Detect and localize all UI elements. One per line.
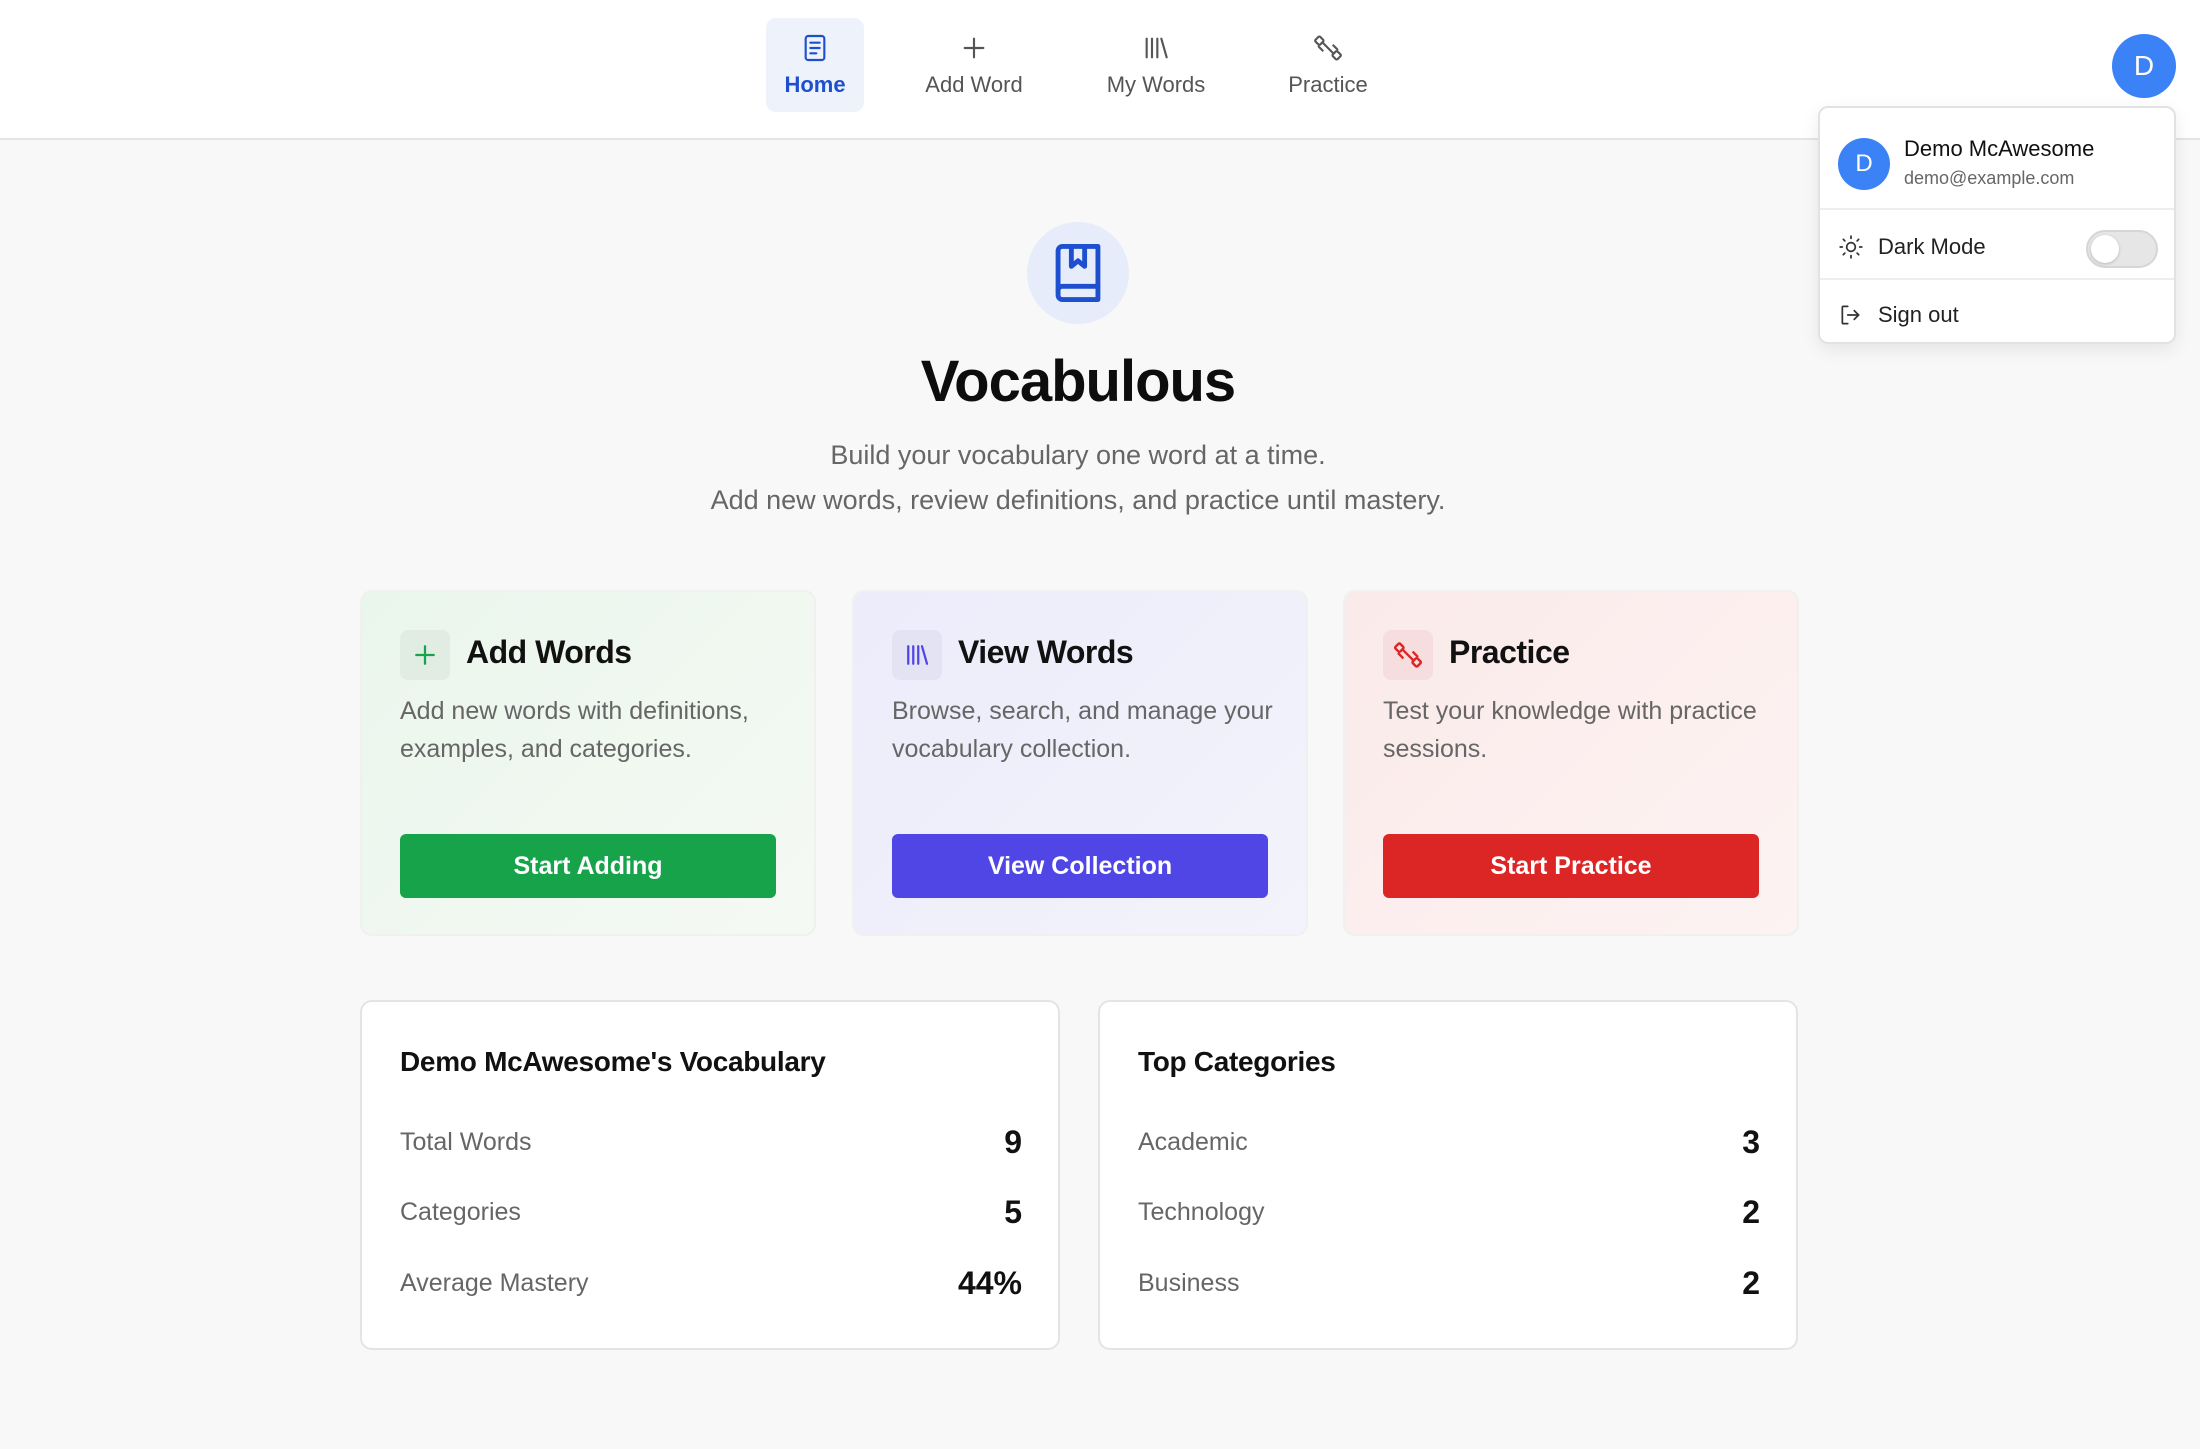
- nav-my-words[interactable]: My Words: [1092, 18, 1220, 112]
- dark-mode-toggle[interactable]: [2086, 230, 2158, 268]
- start-adding-button[interactable]: Start Adding: [400, 834, 776, 898]
- nav-practice[interactable]: Practice: [1270, 18, 1386, 112]
- category-label: Technology: [1138, 1198, 1265, 1226]
- dark-mode-row[interactable]: Dark Mode: [1838, 222, 2158, 272]
- stat-row-categories: Categories 5: [400, 1194, 1022, 1234]
- plus-icon: [415, 645, 435, 665]
- top-categories-title: Top Categories: [1138, 1046, 1336, 1077]
- add-words-card-icon: [400, 630, 450, 680]
- category-row-business: Business 2: [1138, 1265, 1760, 1305]
- nav-add-word-label: Add Word: [925, 72, 1023, 97]
- stat-value: 9: [1004, 1124, 1022, 1160]
- page-title: Vocabulous: [920, 349, 1236, 414]
- nav-my-words-label: My Words: [1106, 72, 1206, 97]
- dumbbell-icon: [1393, 642, 1423, 668]
- nav-practice-label: Practice: [1288, 72, 1368, 97]
- avatar: D: [1838, 138, 1890, 190]
- start-practice-button[interactable]: Start Practice: [1383, 834, 1759, 898]
- top-categories-panel: Top Categories Academic 3 Technology 2 B…: [1098, 1000, 1798, 1350]
- sign-out-label: Sign out: [1878, 302, 1959, 327]
- practice-card-title: Practice: [1449, 634, 1570, 670]
- dumbbell-icon: [1314, 35, 1342, 61]
- category-count: 3: [1742, 1124, 1760, 1160]
- sun-icon: [1839, 235, 1863, 259]
- category-label: Business: [1138, 1269, 1240, 1297]
- divider: [1820, 278, 2174, 280]
- stat-value: 5: [1004, 1194, 1022, 1230]
- user-name: Demo McAwesome: [1904, 136, 2095, 161]
- library-icon: [1145, 37, 1168, 59]
- category-count: 2: [1742, 1265, 1760, 1301]
- practice-card-icon: [1383, 630, 1433, 680]
- hero-subtitle-line-2: Add new words, review definitions, and p…: [710, 485, 1446, 515]
- view-words-card: View Words Browse, search, and manage yo…: [852, 590, 1308, 936]
- stat-row-total-words: Total Words 9: [400, 1124, 1022, 1164]
- add-words-card-description: Add new words with definitions, examples…: [400, 697, 749, 763]
- toggle-knob: [2091, 235, 2119, 263]
- dark-mode-label: Dark Mode: [1878, 234, 1986, 259]
- book-bookmark-icon: [1055, 243, 1101, 303]
- vocabulary-stats-title: Demo McAwesome's Vocabulary: [400, 1046, 826, 1077]
- view-collection-button[interactable]: View Collection: [892, 834, 1268, 898]
- user-info: D Demo McAwesome demo@example.com: [1838, 130, 2158, 194]
- add-words-card-title: Add Words: [466, 634, 632, 670]
- practice-card: Practice Test your knowledge with practi…: [1343, 590, 1799, 936]
- user-menu-dropdown: D Demo McAwesome demo@example.com Dark M…: [1818, 106, 2176, 344]
- document-icon: [804, 34, 826, 62]
- sign-out-button[interactable]: Sign out: [1838, 290, 2158, 340]
- category-label: Academic: [1138, 1128, 1248, 1156]
- practice-card-description: Test your knowledge with practice sessio…: [1383, 697, 1757, 763]
- view-words-card-icon: [892, 630, 942, 680]
- hero-subtitle-line-1: Build your vocabulary one word at a time…: [830, 440, 1326, 470]
- add-words-card: Add Words Add new words with definitions…: [360, 590, 816, 936]
- app-logo: [1027, 222, 1129, 324]
- stat-label: Total Words: [400, 1128, 532, 1156]
- user-avatar-button[interactable]: D: [2112, 34, 2176, 98]
- vocabulary-stats-panel: Demo McAwesome's Vocabulary Total Words …: [360, 1000, 1060, 1350]
- stat-label: Average Mastery: [400, 1269, 589, 1297]
- stat-label: Categories: [400, 1198, 521, 1226]
- category-row-technology: Technology 2: [1138, 1194, 1760, 1234]
- divider: [1820, 208, 2174, 210]
- nav-home-label: Home: [784, 72, 846, 97]
- view-words-card-description: Browse, search, and manage your vocabula…: [892, 697, 1273, 763]
- nav-add-word[interactable]: Add Word: [908, 18, 1040, 112]
- library-icon: [907, 645, 929, 665]
- sign-out-icon: [1841, 305, 1860, 325]
- category-row-academic: Academic 3: [1138, 1124, 1760, 1164]
- plus-icon: [963, 37, 985, 59]
- nav-home[interactable]: Home: [766, 18, 864, 112]
- view-words-card-title: View Words: [958, 634, 1134, 670]
- category-count: 2: [1742, 1194, 1760, 1230]
- stat-value: 44%: [957, 1265, 1022, 1301]
- user-email: demo@example.com: [1904, 168, 2075, 188]
- stat-row-average-mastery: Average Mastery 44%: [400, 1265, 1022, 1305]
